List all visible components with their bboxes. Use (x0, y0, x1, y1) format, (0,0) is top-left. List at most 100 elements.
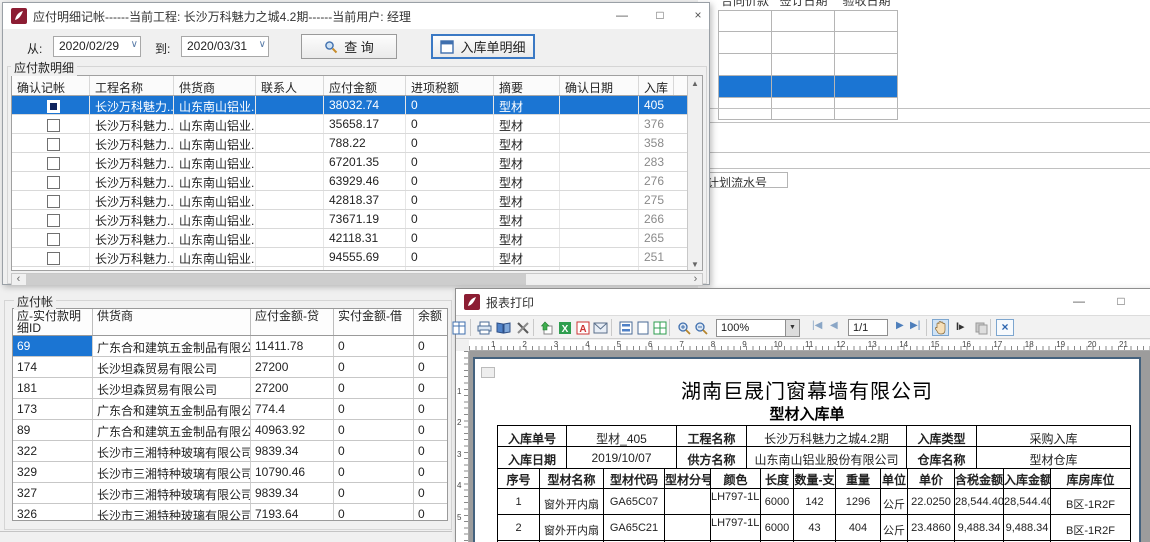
scroll-right-icon[interactable]: › (689, 274, 702, 285)
minimize-button[interactable]: — (1064, 289, 1094, 314)
confirm-checkbox[interactable] (47, 233, 60, 246)
close-button[interactable]: × (683, 3, 713, 28)
zoom-level-combobox[interactable]: 100% ▼ (716, 319, 800, 337)
contract-row[interactable] (718, 10, 898, 32)
detail-header-cell: 型材代码 (604, 469, 665, 489)
page-number-box[interactable]: 1/1 (848, 319, 888, 336)
inbound-detail-button[interactable]: 入库单明细 (431, 34, 535, 59)
close-preview-button[interactable]: × (996, 319, 1014, 336)
col-tax[interactable]: 进项税额 (406, 76, 494, 95)
confirm-checkbox[interactable] (47, 119, 60, 132)
table-row[interactable]: 长沙万科魅力... 山东南山铝业... 42118.31 0 型材 265 (12, 229, 702, 248)
scroll-down-icon[interactable]: ▼ (688, 257, 702, 271)
col-supplier[interactable]: 供货商 (93, 309, 251, 335)
col-summary[interactable]: 摘要 (494, 76, 560, 95)
table-row[interactable]: 89 广东合和建筑五金制品有限公司 40963.92 0 0 (13, 420, 447, 441)
book-preview-icon[interactable] (495, 319, 512, 336)
hand-tool-icon[interactable] (932, 319, 949, 336)
layout-multi-page-icon[interactable] (651, 319, 668, 336)
contract-row[interactable] (718, 54, 898, 76)
minimize-button[interactable]: — (607, 3, 637, 28)
contract-row[interactable] (718, 32, 898, 54)
export-icon[interactable] (538, 319, 555, 336)
confirm-checkbox[interactable] (47, 176, 60, 189)
table-row[interactable]: 329 长沙市三湘特种玻璃有限公司 10790.46 0 0 (13, 462, 447, 483)
text-select-tool-icon[interactable]: I▸ (956, 320, 965, 333)
col-confirm-date[interactable]: 确认日期 (560, 76, 639, 95)
report-preview-area[interactable]: 123456 湖南巨晟门窗幕墙有限公司 型材入库单 入库单号 型材_405 工程… (456, 351, 1150, 542)
col-detail-id[interactable]: 应-实付款明细ID (13, 309, 93, 335)
maximize-button[interactable]: □ (1106, 289, 1136, 314)
titlebar[interactable]: 应付明细记帐------当前工程: 长沙万科魅力之城4.2期------当前用户… (3, 3, 709, 29)
first-page-button[interactable]: |◀ (812, 320, 822, 331)
copy-page-icon[interactable] (972, 319, 989, 336)
contract-row-selected[interactable] (718, 76, 898, 98)
col-contact[interactable]: 联系人 (256, 76, 324, 95)
col-amount[interactable]: 应付金额 (324, 76, 406, 95)
cell-supplier: 长沙坦森贸易有限公司 (93, 378, 251, 398)
table-row[interactable]: 322 长沙市三湘特种玻璃有限公司 9839.34 0 0 (13, 441, 447, 462)
scrollbar-thumb[interactable] (26, 274, 526, 285)
table-row[interactable]: 69 广东合和建筑五金制品有限公司 11411.78 0 0 (13, 336, 447, 357)
contract-row[interactable] (718, 98, 898, 120)
scroll-up-icon[interactable]: ▲ (688, 76, 702, 91)
print-icon[interactable] (476, 319, 493, 336)
prev-page-button[interactable]: ◀ (830, 320, 838, 331)
chevron-down-icon[interactable]: ▼ (785, 320, 799, 336)
layout-continuous-icon[interactable] (617, 319, 634, 336)
chevron-down-icon[interactable]: ∨ (131, 39, 138, 50)
scroll-left-icon[interactable]: ‹ (12, 274, 25, 285)
page-setup-icon[interactable] (514, 319, 531, 336)
confirm-checkbox[interactable] (47, 271, 60, 272)
report-page: 湖南巨晟门窗幕墙有限公司 型材入库单 入库单号 型材_405 工程名称 长沙万科… (473, 357, 1141, 542)
zoom-in-icon[interactable] (675, 319, 692, 336)
layout-single-page-icon[interactable] (634, 319, 651, 336)
col-confirm-check[interactable]: 确认记帐 (12, 76, 90, 95)
next-page-button[interactable]: ▶ (896, 320, 904, 331)
table-row[interactable]: 长沙万科魅力... 山东南山铝业... 42818.37 0 型材 275 (12, 191, 702, 210)
table-row[interactable]: 174 长沙坦森贸易有限公司 27200 0 0 (13, 357, 447, 378)
table-row[interactable]: 长沙万科魅力... 山东南山铝业... 3895.84 0 型材 250 (12, 267, 702, 271)
col-credit[interactable]: 应付金额-贷 (251, 309, 334, 335)
confirm-checkbox[interactable] (47, 214, 60, 227)
col-debit[interactable]: 实付金额-借 (334, 309, 414, 335)
table-row[interactable]: 长沙万科魅力... 山东南山铝业... 94555.69 0 型材 251 (12, 248, 702, 267)
table-row[interactable]: 326 长沙市三湘特种玻璃有限公司 7193.64 0 0 (13, 504, 447, 521)
last-page-button[interactable]: ▶| (910, 320, 920, 331)
confirm-checkbox[interactable] (47, 138, 60, 151)
query-button[interactable]: 查 询 (301, 34, 397, 59)
confirm-checkbox[interactable] (47, 195, 60, 208)
confirm-checkbox[interactable] (47, 157, 60, 170)
titlebar[interactable]: 报表打印 — □ × (456, 289, 1150, 315)
table-row[interactable]: 327 长沙市三湘特种玻璃有限公司 9839.34 0 0 (13, 483, 447, 504)
col-supplier[interactable]: 供货商 (174, 76, 256, 95)
confirm-checkbox[interactable] (47, 100, 60, 113)
cell-credit: 27200 (251, 378, 334, 398)
export-excel-icon[interactable]: X (556, 319, 573, 336)
table-row[interactable]: 长沙万科魅力... 山东南山铝业... 788.22 0 型材 358 (12, 134, 702, 153)
maximize-button[interactable]: □ (645, 3, 675, 28)
table-row[interactable]: 长沙万科魅力... 山东南山铝业... 67201.35 0 型材 283 (12, 153, 702, 172)
table-row[interactable]: 173 广东合和建筑五金制品有限公司 774.4 0 0 (13, 399, 447, 420)
close-button[interactable]: × (1144, 289, 1150, 314)
zoom-out-icon[interactable] (692, 319, 709, 336)
chevron-down-icon[interactable]: ∨ (259, 39, 266, 50)
cell-seq: 2 (497, 515, 540, 541)
col-inbound[interactable]: 入库 (639, 76, 674, 95)
from-date-combobox[interactable]: 2020/02/29 ∨ (53, 36, 141, 57)
export-pdf-icon[interactable]: A (574, 319, 591, 336)
vertical-scrollbar[interactable]: ▲ ▼ (687, 76, 702, 271)
to-date-combobox[interactable]: 2020/03/31 ∨ (181, 36, 269, 57)
send-mail-icon[interactable] (592, 319, 609, 336)
table-row[interactable]: 181 长沙坦森贸易有限公司 27200 0 0 (13, 378, 447, 399)
table-row[interactable]: 长沙万科魅力... 山东南山铝业... 63929.46 0 型材 276 (12, 172, 702, 191)
col-balance[interactable]: 余额 (414, 309, 448, 335)
table-row[interactable]: 长沙万科魅力... 山东南山铝业... 35658.17 0 型材 376 (12, 115, 702, 134)
confirm-checkbox[interactable] (47, 252, 60, 265)
report-company-title: 湖南巨晟门窗幕墙有限公司 (475, 375, 1139, 404)
table-row[interactable]: 长沙万科魅力... 山东南山铝业... 38032.74 0 型材 405 (12, 96, 702, 115)
horizontal-scrollbar[interactable]: ‹ › (11, 273, 703, 286)
preview-grid-icon[interactable] (450, 319, 467, 336)
table-row[interactable]: 长沙万科魅力... 山东南山铝业... 73671.19 0 型材 266 (12, 210, 702, 229)
col-project[interactable]: 工程名称 (90, 76, 174, 95)
